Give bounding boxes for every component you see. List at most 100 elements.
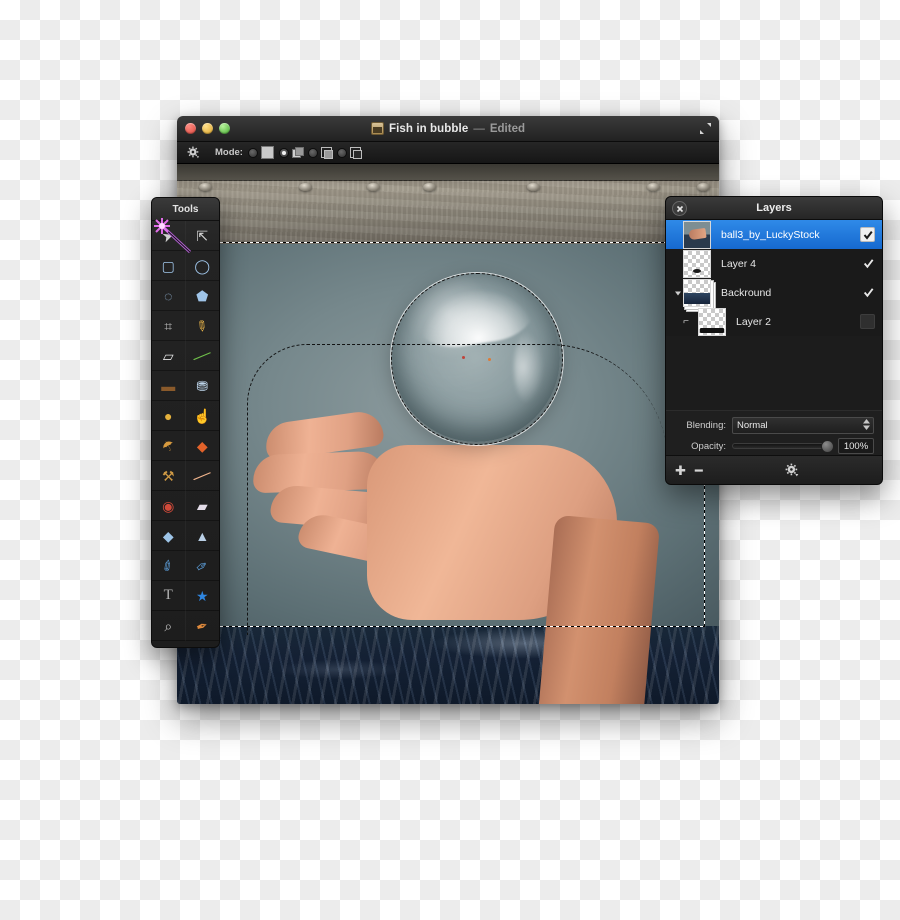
- mode-label: Mode:: [215, 147, 243, 158]
- smudge-tool[interactable]: ☝: [185, 401, 219, 431]
- plus-icon[interactable]: ✚: [675, 464, 686, 477]
- layer-visibility-checkbox[interactable]: [862, 286, 875, 299]
- radio-new-selection[interactable]: [247, 147, 258, 158]
- page-title: Fish in bubble: [389, 122, 469, 135]
- radio-subtract-selection[interactable]: [307, 147, 318, 158]
- layer-row-layer2[interactable]: ⌐ Layer 2: [666, 307, 882, 336]
- window-titlebar: Fish in bubble — Edited: [177, 116, 719, 142]
- squares-intersect-icon: [349, 147, 362, 159]
- two-squares-overlap-icon: [291, 147, 304, 158]
- blending-label: Blending:: [686, 419, 726, 431]
- mode-subtract-from-selection[interactable]: [307, 147, 333, 159]
- red-eye-tool[interactable]: ◉: [152, 491, 186, 521]
- layer-name: Layer 4: [721, 257, 757, 270]
- move-tool[interactable]: ➤: [152, 221, 186, 251]
- blur-tool[interactable]: ☂: [152, 431, 186, 461]
- layer-thumbnail[interactable]: [683, 249, 711, 278]
- close-icon[interactable]: [672, 201, 687, 216]
- water-drop-tool[interactable]: ◆: [152, 521, 186, 551]
- mode-add-to-selection[interactable]: [278, 147, 304, 158]
- fish-speck-2: [488, 358, 491, 361]
- layer-thumbnail[interactable]: [698, 307, 726, 336]
- image-editor-window: Fish in bubble — Edited Mode:: [177, 116, 719, 704]
- layers-panel-title: Layers: [756, 202, 792, 214]
- document-icon: [371, 122, 384, 135]
- solid-square-icon: [260, 146, 274, 159]
- opacity-slider-knob[interactable]: [821, 440, 834, 453]
- crop-tool[interactable]: ⌗: [152, 311, 186, 341]
- gear-options-icon[interactable]: [185, 146, 201, 159]
- healing-brush-tool[interactable]: ╱: [185, 461, 219, 491]
- rectangular-marquee-tool[interactable]: ▢: [152, 251, 186, 281]
- eraser-block-tool[interactable]: ▰: [185, 491, 219, 521]
- layer-visibility-checkbox[interactable]: [862, 257, 875, 270]
- pen-tool[interactable]: ✐: [152, 551, 186, 581]
- elliptical-marquee-tool[interactable]: ◯: [185, 251, 219, 281]
- lasso-tool[interactable]: ◌: [152, 281, 186, 311]
- move-cursor-tool[interactable]: ⇱: [185, 221, 219, 251]
- tools-panel: Tools ➤ ⇱ ▢ ◯ ◌ ⬟ ⌗ ✎ ▱ ╱ ▬ ⛃ ● ☝ ☂ ◆ ⚒ …: [151, 197, 220, 648]
- pencil-tool[interactable]: ✎: [185, 311, 219, 341]
- layer-thumbnail[interactable]: [683, 220, 711, 249]
- layer-list: ball3_by_LuckyStock Layer 4 Backround ⌐ …: [666, 220, 882, 336]
- layer-thumbnail[interactable]: [683, 278, 711, 307]
- gradient-tool[interactable]: ▬: [152, 371, 186, 401]
- window-title-area: Fish in bubble — Edited: [177, 116, 719, 141]
- burn-tool[interactable]: ◆: [185, 431, 219, 461]
- squares-subtract-icon: [320, 147, 333, 159]
- metal-beam-layer: [177, 164, 719, 244]
- eraser-tool[interactable]: ▱: [152, 341, 186, 371]
- wrist: [538, 514, 661, 704]
- paintbrush-tool[interactable]: ╱: [185, 341, 219, 371]
- minus-icon[interactable]: ━: [695, 464, 703, 477]
- mode-intersect-selection[interactable]: [336, 147, 362, 159]
- tools-panel-header: Tools: [152, 198, 219, 221]
- expand-fullscreen-icon[interactable]: [697, 121, 713, 136]
- zoom-tool[interactable]: ⌕: [152, 611, 186, 641]
- eyedropper-tool[interactable]: ✒: [185, 611, 219, 641]
- edit-state-label: Edited: [489, 122, 525, 135]
- text-tool[interactable]: T: [152, 581, 186, 611]
- tool-options-bar: Mode:: [177, 142, 719, 164]
- layer-link-icon: ⌐: [683, 316, 689, 327]
- paint-bucket-tool[interactable]: ⛃: [185, 371, 219, 401]
- layer-name: ball3_by_LuckyStock: [721, 228, 820, 241]
- layer-name: Layer 2: [736, 315, 772, 328]
- layer-row-ball3[interactable]: ball3_by_LuckyStock: [666, 220, 882, 249]
- blending-row: Blending: Normal: [674, 416, 874, 434]
- disclosure-triangle-icon[interactable]: [673, 289, 683, 297]
- mode-new-selection[interactable]: [247, 146, 274, 159]
- title-separator: —: [473, 122, 485, 135]
- blending-mode-value: Normal: [737, 419, 768, 431]
- layer-row-backround[interactable]: Backround: [666, 278, 882, 307]
- tools-panel-title: Tools: [172, 203, 199, 215]
- opacity-value[interactable]: 100%: [838, 438, 874, 454]
- radio-add-to-selection[interactable]: [278, 147, 289, 158]
- radio-intersect-selection[interactable]: [336, 147, 347, 158]
- polygonal-lasso-tool[interactable]: ⬟: [185, 281, 219, 311]
- blending-mode-select[interactable]: Normal: [732, 416, 874, 434]
- gear-action-icon[interactable]: [785, 463, 799, 477]
- layer-properties: Blending: Normal Opacity: 100%: [666, 410, 882, 456]
- pen-anchor-tool[interactable]: ✑: [185, 551, 219, 581]
- opacity-label: Opacity:: [691, 440, 726, 452]
- image-canvas[interactable]: [177, 164, 719, 704]
- tools-grid: ➤ ⇱ ▢ ◯ ◌ ⬟ ⌗ ✎ ▱ ╱ ▬ ⛃ ● ☝ ☂ ◆ ⚒ ╱ ◉ ▰ …: [152, 221, 219, 641]
- dodge-tool[interactable]: ●: [152, 401, 186, 431]
- layer-name: Backround: [721, 286, 772, 299]
- sharpen-tool[interactable]: ▲: [185, 521, 219, 551]
- layer-visibility-checkbox[interactable]: [860, 227, 875, 242]
- shape-tool[interactable]: ★: [185, 581, 219, 611]
- stepper-arrows-icon[interactable]: [863, 418, 870, 430]
- bubble-side-highlight: [514, 330, 544, 404]
- metal-texture: [177, 180, 719, 244]
- layers-panel-header: Layers: [666, 197, 882, 220]
- layers-footer-toolbar: ✚ ━: [666, 455, 882, 484]
- opacity-row: Opacity: 100%: [674, 437, 874, 455]
- fish-speck-1: [462, 356, 465, 359]
- layer-visibility-checkbox[interactable]: [860, 314, 875, 329]
- clone-stamp-tool[interactable]: ⚒: [152, 461, 186, 491]
- opacity-slider[interactable]: [732, 440, 834, 453]
- layers-panel: Layers ball3_by_LuckyStock Layer 4 Backr…: [665, 196, 883, 485]
- layer-row-layer4[interactable]: Layer 4: [666, 249, 882, 278]
